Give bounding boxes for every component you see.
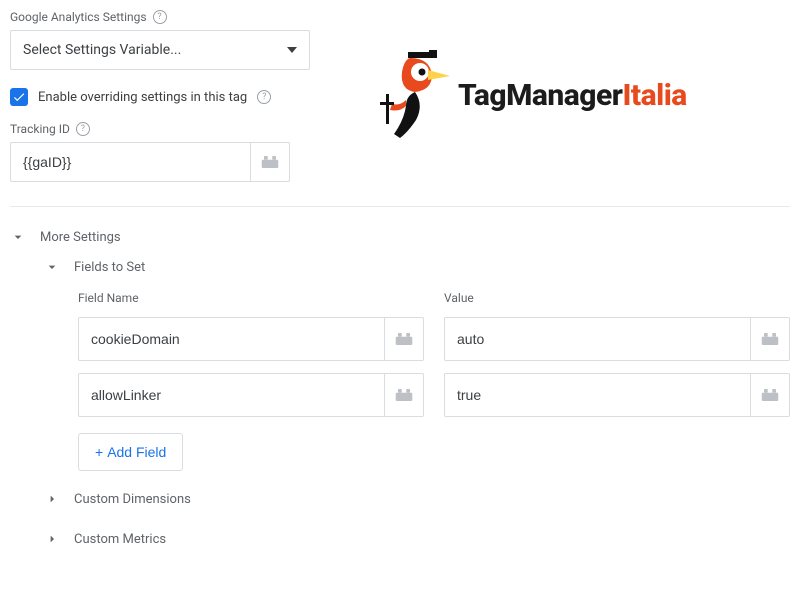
- help-icon[interactable]: ?: [257, 90, 271, 104]
- brick-icon: [395, 332, 413, 346]
- tracking-id-label: Tracking ID: [10, 122, 70, 136]
- chevron-down-icon: [44, 259, 60, 275]
- field-name-input[interactable]: [78, 373, 384, 417]
- help-icon[interactable]: ?: [153, 10, 167, 24]
- more-settings-title: More Settings: [40, 230, 121, 245]
- brick-icon: [761, 388, 779, 402]
- field-row: [78, 373, 790, 417]
- help-icon[interactable]: ?: [76, 122, 90, 136]
- divider: [10, 206, 790, 207]
- field-name-header: Field Name: [78, 291, 424, 305]
- variable-picker-button[interactable]: [384, 317, 424, 361]
- variable-picker-button[interactable]: [384, 373, 424, 417]
- field-row: [78, 317, 790, 361]
- variable-picker-button[interactable]: [750, 317, 790, 361]
- custom-metrics-title: Custom Metrics: [74, 532, 166, 547]
- field-value-input[interactable]: [444, 373, 750, 417]
- chevron-down-icon: [10, 229, 26, 245]
- value-header: Value: [444, 291, 790, 305]
- brick-icon: [261, 155, 279, 169]
- woodpecker-icon: [380, 50, 450, 140]
- select-placeholder-text: Select Settings Variable...: [23, 42, 181, 58]
- brand-text: TagManagerItalia: [458, 78, 687, 113]
- chevron-right-icon: [44, 491, 60, 507]
- more-settings-toggle[interactable]: More Settings: [10, 221, 790, 253]
- override-label: Enable overriding settings in this tag: [38, 90, 247, 105]
- custom-dimensions-toggle[interactable]: Custom Dimensions: [44, 479, 790, 519]
- fields-to-set-title: Fields to Set: [74, 260, 145, 275]
- add-field-button[interactable]: + Add Field: [78, 433, 183, 471]
- brand-logo: TagManagerItalia: [370, 10, 790, 140]
- brick-icon: [395, 388, 413, 402]
- custom-metrics-toggle[interactable]: Custom Metrics: [44, 519, 790, 559]
- tracking-id-input[interactable]: [10, 142, 250, 182]
- chevron-right-icon: [44, 531, 60, 547]
- variable-picker-button[interactable]: [250, 142, 290, 182]
- fields-to-set-toggle[interactable]: Fields to Set: [44, 253, 790, 281]
- override-settings-checkbox[interactable]: [10, 88, 28, 106]
- brick-icon: [761, 332, 779, 346]
- variable-picker-button[interactable]: [750, 373, 790, 417]
- field-name-input[interactable]: [78, 317, 384, 361]
- add-field-label: Add Field: [107, 444, 166, 460]
- brand-main: TagManager: [458, 78, 622, 113]
- chevron-down-icon: [287, 47, 297, 53]
- brand-accent: Italia: [622, 78, 686, 113]
- plus-icon: +: [95, 444, 103, 460]
- settings-variable-select[interactable]: Select Settings Variable...: [10, 30, 310, 70]
- ga-settings-label: Google Analytics Settings: [10, 10, 147, 24]
- field-value-input[interactable]: [444, 317, 750, 361]
- check-icon: [12, 90, 26, 104]
- custom-dimensions-title: Custom Dimensions: [74, 492, 191, 507]
